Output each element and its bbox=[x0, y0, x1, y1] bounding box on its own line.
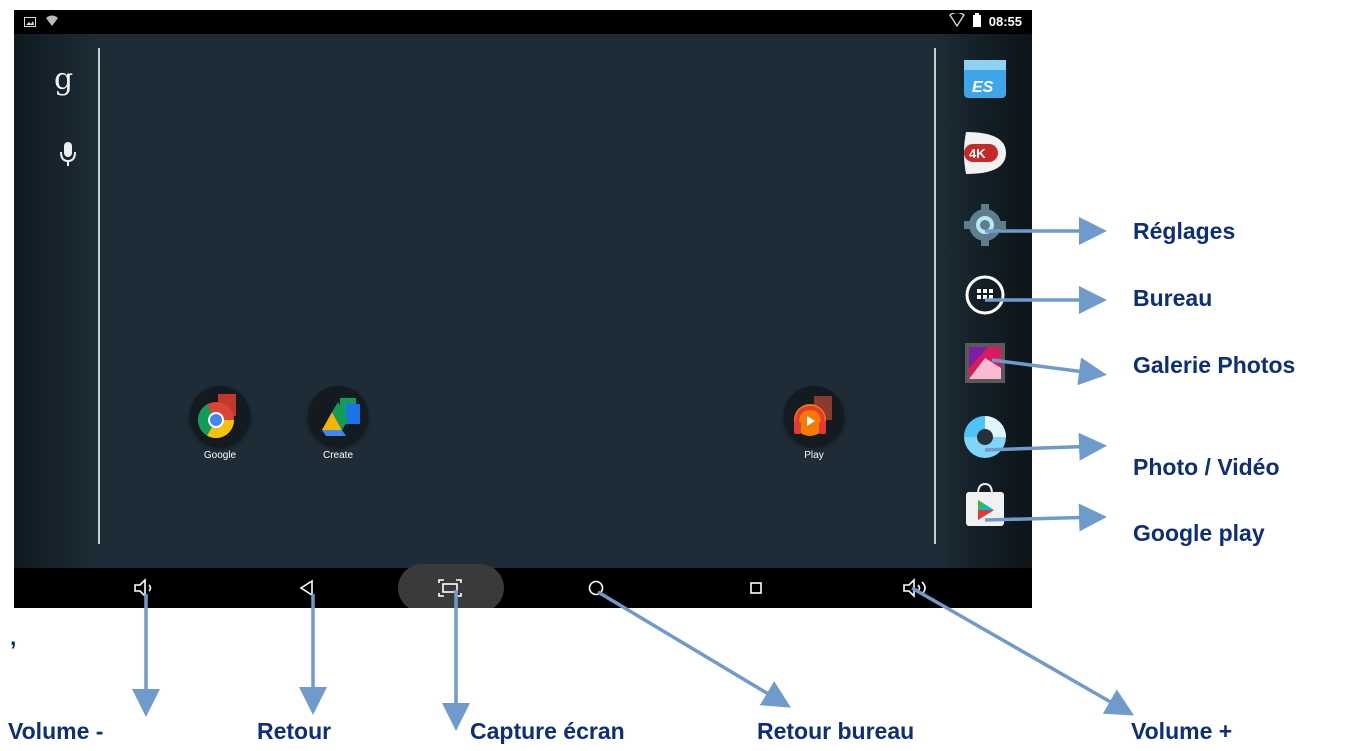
label-reglages: Réglages bbox=[1133, 218, 1236, 244]
label-volume-plus: Volume + bbox=[1131, 718, 1233, 744]
label-volume-minus: Volume - bbox=[8, 718, 104, 744]
label-retour: Retour bbox=[257, 718, 332, 744]
arrow-google-play bbox=[984, 503, 1107, 532]
label-galerie-photos: Galerie Photos bbox=[1133, 352, 1296, 378]
label-photo-video: Photo / Vidéo bbox=[1133, 454, 1280, 480]
arrow-galerie bbox=[991, 357, 1107, 386]
arrow-photo-video bbox=[984, 432, 1107, 461]
stray-comma: , bbox=[10, 624, 17, 650]
arrow-retour-bureau bbox=[597, 590, 792, 708]
arrow-volume-plus bbox=[911, 586, 1135, 716]
label-bureau: Bureau bbox=[1133, 285, 1213, 311]
label-capture-ecran: Capture écran bbox=[470, 718, 625, 744]
label-google-play: Google play bbox=[1133, 520, 1265, 546]
label-retour-bureau: Retour bureau bbox=[757, 718, 915, 744]
